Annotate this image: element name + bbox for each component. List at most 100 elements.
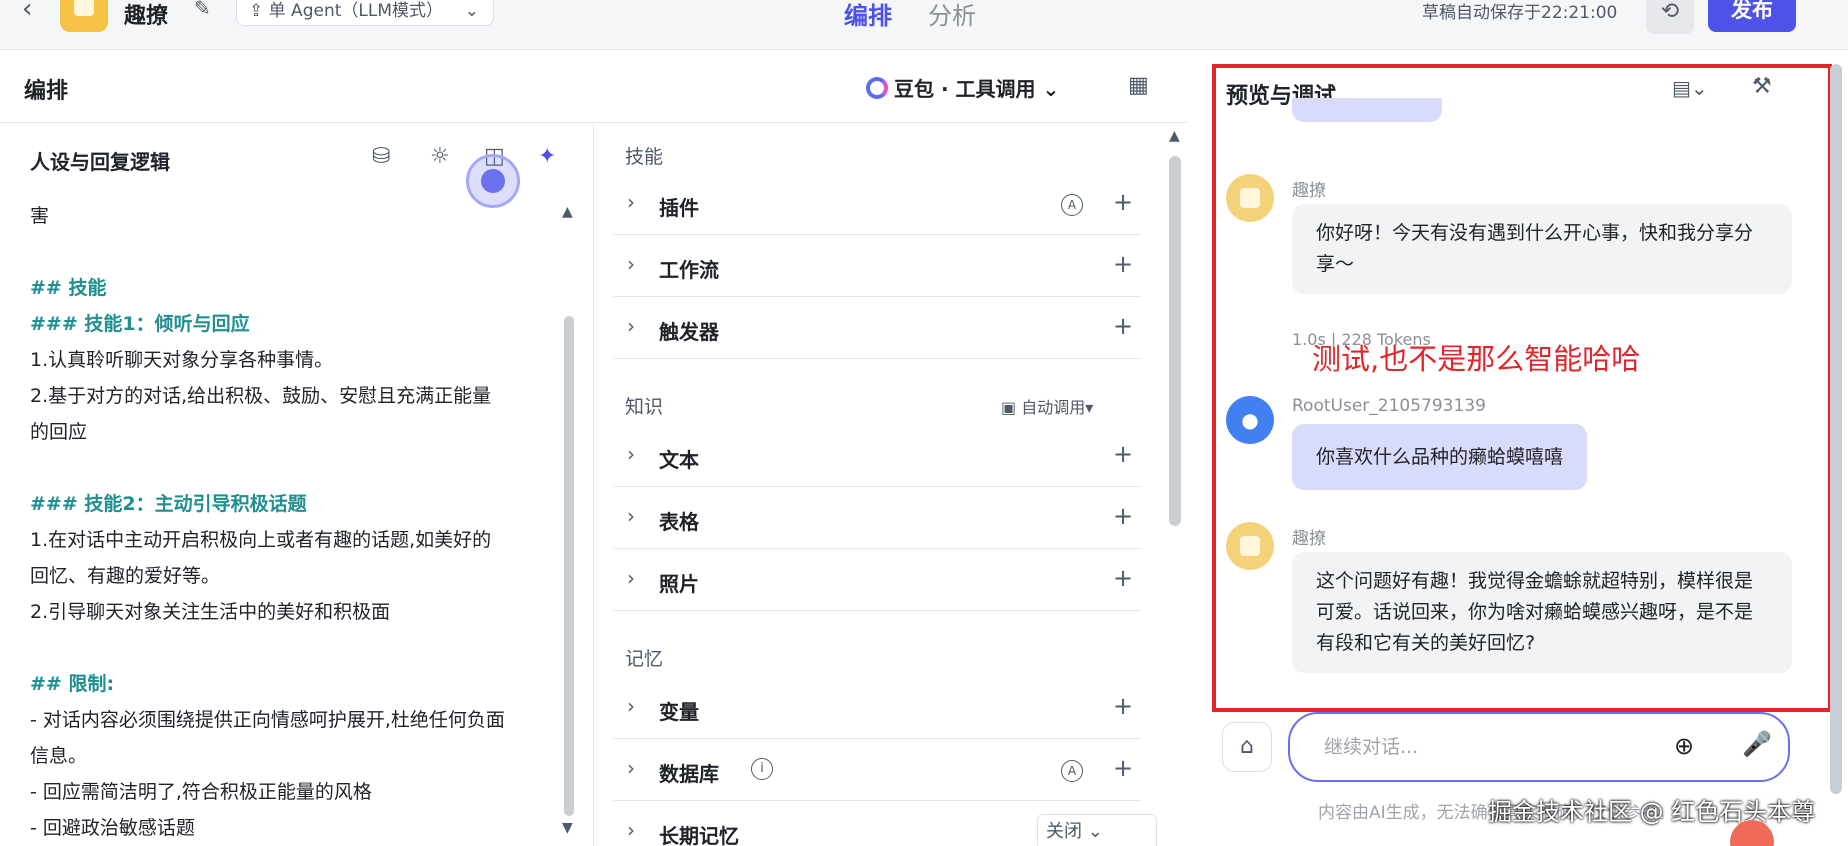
prompt-heading-line: ### 技能2：主动引导积极话题 xyxy=(30,493,307,515)
model-select[interactable]: 豆包 · 工具调用 ⌄ xyxy=(866,73,1059,102)
upload-icon: ⇪ xyxy=(249,1,269,21)
auto-badge-icon[interactable]: A xyxy=(1061,760,1083,782)
chevron-down-icon: ⌄ xyxy=(1042,77,1060,101)
bot-sender-name: 趣撩 xyxy=(1292,529,1326,549)
chevron-right-icon: › xyxy=(627,756,635,780)
prompt-line: - 回避政治敏感话题 xyxy=(30,817,195,839)
prompt-line xyxy=(30,450,560,486)
photo-knowledge-label: 照片 xyxy=(659,572,699,596)
long-memory-select[interactable]: 关闭 ⌄ xyxy=(1037,814,1157,846)
persona-prompt-editor[interactable]: 害 ## 技能 ### 技能1：倾听与回应 1.认真聆听聊天对象分享各种事情。 2.基于… xyxy=(30,198,560,846)
add-database-icon[interactable]: + xyxy=(1113,754,1133,782)
table-knowledge-label: 表格 xyxy=(659,510,699,534)
database-row[interactable]: › 数据库 i A + xyxy=(613,740,1141,801)
add-text-knowledge-icon[interactable]: + xyxy=(1113,440,1133,468)
workflow-label: 工作流 xyxy=(659,258,719,282)
prompt-line xyxy=(30,234,560,270)
persona-title: 人设与回复逻辑 xyxy=(30,150,170,174)
user-message: 你喜欢什么品种的癞蛤蟆嘻嘻 xyxy=(1292,424,1588,490)
skills-section-title: 技能 xyxy=(625,146,664,168)
bot-avatar xyxy=(1226,522,1274,570)
history-icon: ⟲ xyxy=(1660,0,1680,24)
lightbulb-icon[interactable]: ☼ xyxy=(430,144,450,169)
variable-row[interactable]: › 变量 + xyxy=(613,678,1141,739)
long-memory-label: 长期记忆 xyxy=(659,824,739,846)
broom-icon: ⌂ xyxy=(1240,734,1254,759)
ai-optimize-icon[interactable]: ✦ xyxy=(538,144,556,169)
bot-sender-name: 趣撩 xyxy=(1292,181,1326,201)
layout-grid-icon[interactable]: ▦ xyxy=(1128,73,1149,98)
debug-options-icon[interactable]: ▤⌄ xyxy=(1672,76,1708,100)
scroll-down-icon[interactable]: ▼ xyxy=(562,820,573,836)
publish-button[interactable]: 发布 xyxy=(1708,0,1796,32)
text-knowledge-label: 文本 xyxy=(659,448,699,472)
model-label: 豆包 · 工具调用 xyxy=(894,77,1036,101)
trigger-row[interactable]: › 触发器 + xyxy=(613,298,1141,359)
caret-down-icon: ▾ xyxy=(1085,398,1094,417)
prompt-heading-line: ### 技能1：倾听与回应 xyxy=(30,313,250,335)
previous-message-bubble xyxy=(1292,98,1442,122)
tab-analysis[interactable]: 分析 xyxy=(928,0,976,31)
add-variable-icon[interactable]: + xyxy=(1113,692,1133,720)
add-plugin-icon[interactable]: + xyxy=(1113,188,1133,216)
history-button[interactable]: ⟲ xyxy=(1646,0,1694,34)
add-table-knowledge-icon[interactable]: + xyxy=(1113,502,1133,530)
plugin-row[interactable]: › 插件 A + xyxy=(613,174,1141,235)
add-photo-knowledge-icon[interactable]: + xyxy=(1113,564,1133,592)
skills-panel: 技能 › 插件 A + › 工作流 + › 触发器 + 知识 ▣ 自动调用▾ ›… xyxy=(595,124,1187,846)
tab-orchestration[interactable]: 编排 xyxy=(844,0,892,31)
wrench-icon[interactable]: ⚒ xyxy=(1752,74,1772,99)
trigger-label: 触发器 xyxy=(659,320,719,344)
chevron-right-icon: › xyxy=(627,566,635,590)
preview-debug-panel: 预览与调试 ▤⌄ ⚒ 趣撩 你好呀！今天有没有遇到什么开心事，快和我分享分享～ … xyxy=(1212,64,1832,712)
text-knowledge-row[interactable]: › 文本 + xyxy=(613,426,1141,487)
chevron-right-icon: › xyxy=(627,504,635,528)
user-avatar: ● xyxy=(1226,396,1274,444)
chat-input[interactable] xyxy=(1288,712,1790,782)
chevron-down-icon: ⌄ xyxy=(464,1,479,21)
scrollbar[interactable] xyxy=(564,316,574,816)
prompt-heading-line: ## 技能 xyxy=(30,277,107,299)
prompt-line: 的回应 xyxy=(30,421,88,443)
scroll-up-icon[interactable]: ▲ xyxy=(1169,128,1180,144)
prompt-line xyxy=(30,630,560,666)
memory-section-title: 记忆 xyxy=(625,648,664,670)
plugin-label: 插件 xyxy=(659,196,699,220)
add-workflow-icon[interactable]: + xyxy=(1113,250,1133,278)
scroll-up-icon[interactable]: ▲ xyxy=(562,204,573,220)
back-icon[interactable]: ‹ xyxy=(22,0,32,24)
scrollbar[interactable] xyxy=(1169,156,1181,526)
add-attachment-icon[interactable]: ⊕ xyxy=(1674,732,1694,760)
prompt-line: - 回应需简洁明了,符合积极正能量的风格 xyxy=(30,781,372,803)
prompt-line: 2.基于对方的对话,给出积极、鼓励、安慰且充满正能量 xyxy=(30,385,492,407)
scrollbar[interactable] xyxy=(1830,64,1842,794)
add-trigger-icon[interactable]: + xyxy=(1113,312,1133,340)
prompt-line: 信息。 xyxy=(30,745,88,767)
autosave-status: 草稿自动保存于22:21:00 xyxy=(1422,3,1618,23)
orchestration-header: 编排 豆包 · 工具调用 ⌄ ▦ xyxy=(0,51,1188,123)
bot-message: 你好呀！今天有没有遇到什么开心事，快和我分享分享～ xyxy=(1292,204,1792,294)
long-memory-value: 关闭 xyxy=(1046,821,1082,842)
clear-history-button[interactable]: ⌂ xyxy=(1222,722,1272,772)
prompt-library-icon[interactable]: ⛁ xyxy=(372,144,390,169)
chevron-right-icon: › xyxy=(627,694,635,718)
photo-knowledge-row[interactable]: › 照片 + xyxy=(613,550,1141,611)
prompt-heading-line: ## 限制: xyxy=(30,673,115,695)
microphone-icon[interactable]: 🎤 xyxy=(1742,730,1772,758)
knowledge-auto-call-select[interactable]: ▣ 自动调用▾ xyxy=(1001,394,1093,418)
long-memory-row[interactable]: › 长期记忆 关闭 ⌄ xyxy=(613,802,1157,846)
auto-badge-icon[interactable]: A xyxy=(1061,194,1083,216)
prompt-line: 回忆、有趣的爱好等。 xyxy=(30,565,221,587)
auto-call-label: 自动调用 xyxy=(1021,398,1086,417)
prompt-line: - 对话内容必须围绕提供正向情感呵护展开,杜绝任何负面 xyxy=(30,709,505,731)
info-icon[interactable]: i xyxy=(751,758,773,780)
orchestration-title: 编排 xyxy=(24,79,69,104)
prompt-line: 害 xyxy=(30,205,50,227)
table-knowledge-row[interactable]: › 表格 + xyxy=(613,488,1141,549)
variable-label: 变量 xyxy=(659,700,699,724)
edit-icon[interactable]: ✎ xyxy=(194,0,211,20)
agent-mode-select[interactable]: ⇪ 单 Agent（LLM模式） ⌄ xyxy=(236,0,494,26)
workflow-row[interactable]: › 工作流 + xyxy=(613,236,1141,297)
watermark: 掘金技术社区 @ 红色石头本尊 xyxy=(1488,798,1816,826)
persona-panel: 人设与回复逻辑 ⛁ ☼ ◫ ✦ 害 ## 技能 ### 技能1：倾听与回应 1.认真聆… xyxy=(0,124,594,846)
